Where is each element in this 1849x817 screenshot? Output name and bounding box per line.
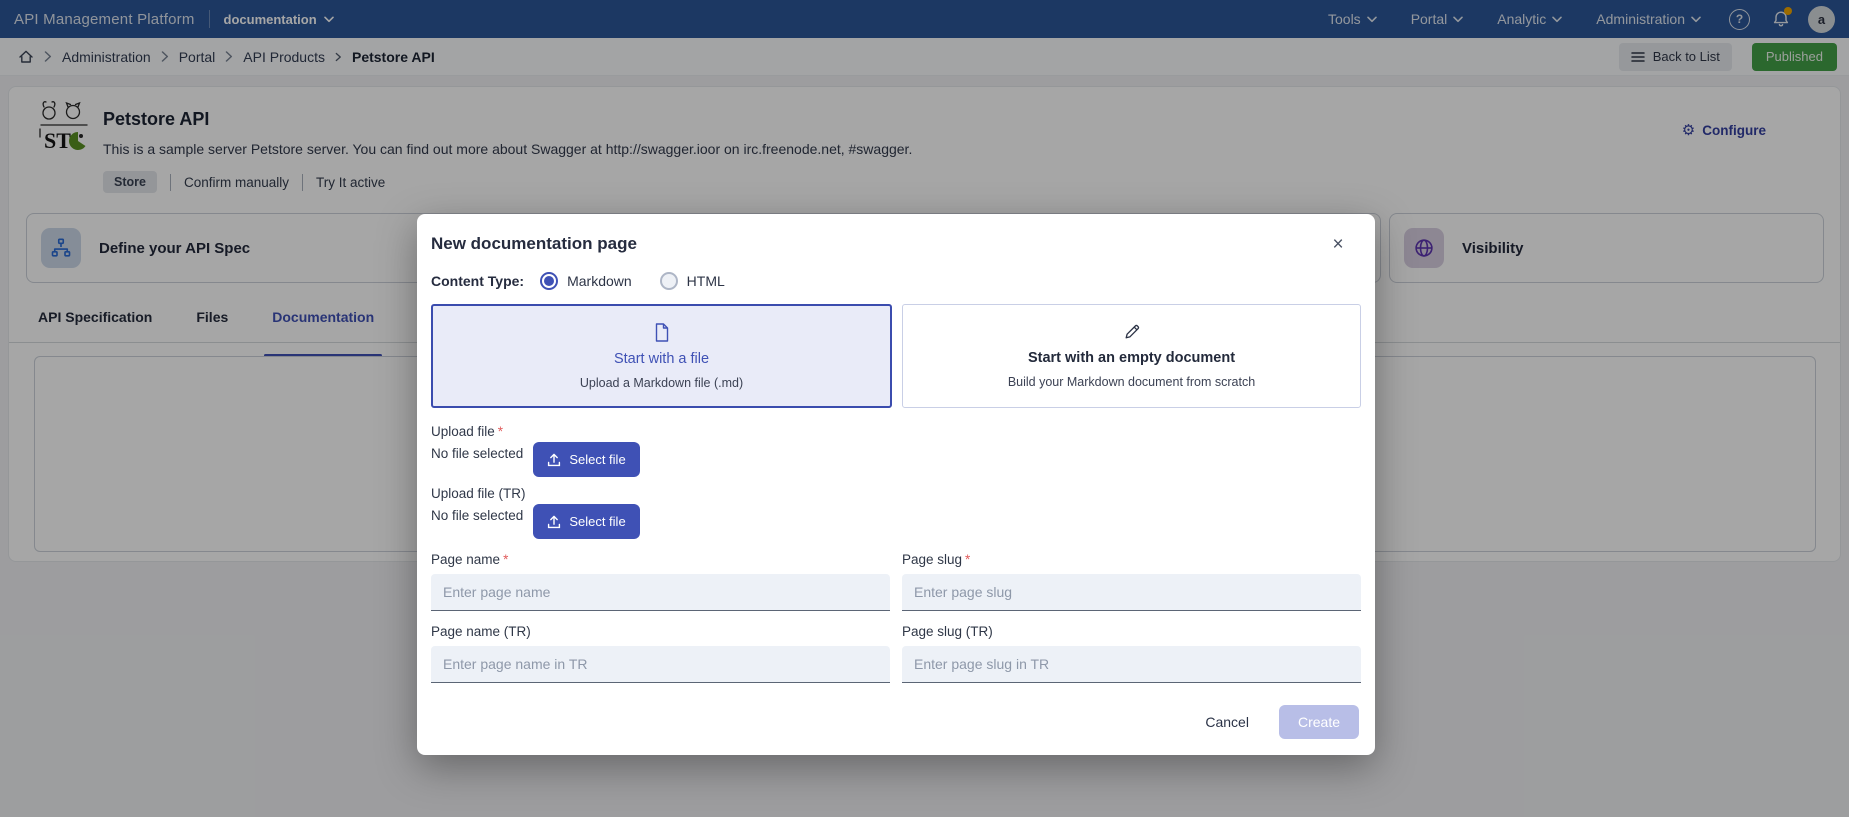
page-fields-grid: Page name* Page slug* Page name (TR) Pag…	[431, 552, 1361, 683]
upload-file-row: No file selected Select file	[431, 442, 1361, 477]
page-name-tr-label: Page name (TR)	[431, 624, 890, 639]
upload-file-status: No file selected	[431, 442, 523, 461]
required-asterisk: *	[965, 552, 970, 567]
page-slug-tr-label: Page slug (TR)	[902, 624, 1361, 639]
upload-file-tr-status: No file selected	[431, 504, 523, 523]
start-option-cards: Start with a file Upload a Markdown file…	[431, 304, 1361, 408]
radio-circle	[660, 272, 678, 290]
cancel-button[interactable]: Cancel	[1189, 705, 1265, 739]
modal-footer: Cancel Create	[431, 705, 1361, 739]
upload-file-tr-label: Upload file (TR)	[431, 486, 1361, 501]
modal-title: New documentation page	[431, 230, 1361, 254]
page-slug-label: Page slug*	[902, 552, 1361, 567]
content-type-label: Content Type:	[431, 273, 524, 289]
radio-markdown[interactable]: Markdown	[540, 272, 632, 290]
field-page-slug: Page slug*	[902, 552, 1361, 611]
option-start-with-file[interactable]: Start with a file Upload a Markdown file…	[431, 304, 892, 408]
select-file-button[interactable]: Select file	[533, 442, 639, 477]
page-slug-input[interactable]	[902, 574, 1361, 611]
upload-file-label: Upload file*	[431, 424, 1361, 439]
required-asterisk: *	[503, 552, 508, 567]
page-name-input[interactable]	[431, 574, 890, 611]
upload-file-tr-row: No file selected Select file	[431, 504, 1361, 539]
select-file-tr-button[interactable]: Select file	[533, 504, 639, 539]
required-asterisk: *	[498, 424, 503, 439]
upload-icon	[547, 453, 561, 467]
field-page-name: Page name*	[431, 552, 890, 611]
option-start-empty-document[interactable]: Start with an empty document Build your …	[902, 304, 1361, 408]
new-documentation-page-modal: New documentation page × Content Type: M…	[417, 214, 1375, 755]
close-icon[interactable]: ×	[1329, 236, 1347, 254]
field-page-slug-tr: Page slug (TR)	[902, 624, 1361, 683]
content-type-radio-group: Markdown HTML	[540, 272, 725, 290]
page-name-tr-input[interactable]	[431, 646, 890, 683]
radio-circle	[540, 272, 558, 290]
page-name-label: Page name*	[431, 552, 890, 567]
content-type-row: Content Type: Markdown HTML	[431, 272, 1361, 290]
radio-html[interactable]: HTML	[660, 272, 725, 290]
create-button[interactable]: Create	[1279, 705, 1359, 739]
pencil-icon	[1123, 323, 1141, 341]
file-icon	[654, 323, 670, 342]
field-page-name-tr: Page name (TR)	[431, 624, 890, 683]
upload-icon	[547, 515, 561, 529]
page-slug-tr-input[interactable]	[902, 646, 1361, 683]
